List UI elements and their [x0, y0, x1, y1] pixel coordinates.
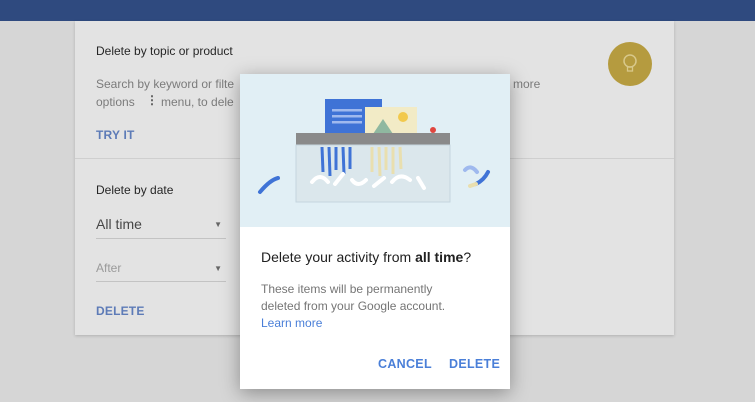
dialog-body: These items will be permanently deleted …	[261, 281, 496, 332]
cancel-button[interactable]: CANCEL	[378, 357, 432, 371]
dialog-title-prefix: Delete your activity from	[261, 249, 416, 265]
top-app-bar	[0, 0, 755, 21]
delete-button[interactable]: DELETE	[449, 357, 500, 371]
dialog-title: Delete your activity from all time?	[261, 249, 471, 265]
learn-more-link[interactable]: Learn more	[261, 315, 496, 332]
confirm-delete-dialog: Delete your activity from all time? Thes…	[240, 74, 510, 389]
dialog-title-emphasis: all time	[415, 249, 464, 265]
shredder-illustration	[240, 74, 510, 227]
dialog-title-suffix: ?	[463, 249, 472, 265]
dialog-body-line1: These items will be permanently	[261, 282, 433, 296]
dialog-body-line2: deleted from your Google account.	[261, 299, 446, 313]
